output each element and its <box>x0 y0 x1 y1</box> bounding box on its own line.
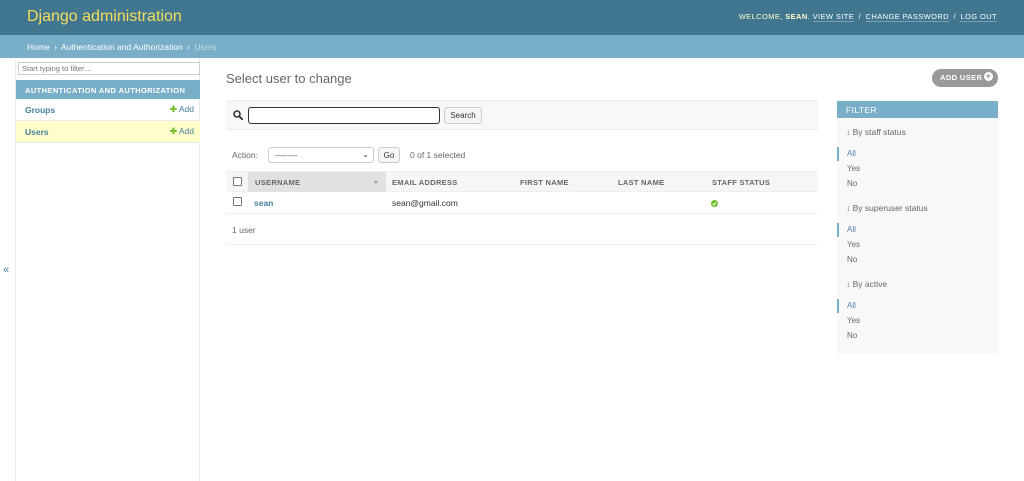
nav-filter-input[interactable] <box>18 62 200 75</box>
plus-icon: ✚ <box>169 126 177 136</box>
welcome-text: WELCOME, <box>738 12 783 21</box>
row-username-link[interactable]: sean <box>254 198 273 208</box>
search-toolbar: Search <box>226 100 818 130</box>
breadcrumb: Home › Authentication and Authorization … <box>0 35 1024 58</box>
filter-option-yes[interactable]: Yes <box>847 316 860 325</box>
plus-icon: ✚ <box>169 104 177 114</box>
changelist-filter: FILTER ↓ By staff status All Yes No ↓ By… <box>837 101 998 354</box>
toggle-nav-sidebar-button[interactable]: « <box>3 264 9 276</box>
filter-option-yes[interactable]: Yes <box>847 164 860 173</box>
filter-option-yes[interactable]: Yes <box>847 240 860 249</box>
separator: / <box>953 12 956 21</box>
breadcrumb-arrow: › <box>187 42 190 52</box>
selected-count: 0 of 1 selected <box>410 150 466 160</box>
select-all-checkbox[interactable] <box>233 177 242 186</box>
selected-indicator <box>837 147 839 161</box>
column-header-username[interactable]: USERNAME <box>255 178 300 187</box>
selected-indicator <box>837 223 839 237</box>
go-button[interactable]: Go <box>378 147 400 163</box>
separator: / <box>858 12 862 21</box>
column-header-last-name[interactable]: LAST NAME <box>618 178 664 187</box>
sort-ascending-icon[interactable]: ▲ <box>373 179 379 185</box>
add-group-label: Add <box>178 104 194 114</box>
action-select-value: --------- <box>275 151 298 160</box>
paginator: 1 user <box>226 219 818 245</box>
add-user-label: Add <box>178 126 194 136</box>
filter-group-title: ↓ By staff status <box>846 127 906 137</box>
row-checkbox[interactable] <box>233 197 242 206</box>
plus-circle-icon: + <box>984 71 993 81</box>
search-icon <box>233 110 243 120</box>
actions-bar: Action: --------- ⌄ Go 0 of 1 selected <box>226 141 818 169</box>
action-select[interactable]: --------- ⌄ <box>268 147 374 163</box>
app-caption-auth[interactable]: AUTHENTICATION AND AUTHORIZATION <box>16 80 200 99</box>
filter-title: FILTER <box>837 101 998 118</box>
add-group-link[interactable]: ✚ Add <box>170 104 194 115</box>
chevron-down-icon: ⌄ <box>362 150 369 159</box>
table-header: USERNAME ▲ EMAIL ADDRESS FIRST NAME LAST… <box>226 171 818 192</box>
column-header-first-name[interactable]: FIRST NAME <box>520 178 569 187</box>
filter-option-no[interactable]: No <box>847 179 857 188</box>
action-label: Action: <box>232 150 258 160</box>
filter-group-title: ↓ By superuser status <box>846 203 928 213</box>
staff-status-yes-icon <box>711 200 718 207</box>
header-bar: Django administration WELCOME, SEAN. VIE… <box>0 0 1024 35</box>
breadcrumb-app[interactable]: Authentication and Authorization <box>61 42 183 52</box>
user-tools: WELCOME, SEAN. VIEW SITE / CHANGE PASSWO… <box>738 12 997 22</box>
selected-indicator <box>837 299 839 313</box>
filter-group-title: ↓ By active <box>846 279 888 289</box>
filter-option-all[interactable]: All <box>847 149 856 158</box>
column-header-staff-status[interactable]: STAFF STATUS <box>712 178 770 187</box>
search-input[interactable] <box>248 107 440 124</box>
add-user-link[interactable]: ✚ Add <box>170 126 194 137</box>
sidebar-item-users-link[interactable]: Users <box>25 127 49 137</box>
column-header-email[interactable]: EMAIL ADDRESS <box>392 178 458 187</box>
sidebar-item-groups: Groups ✚ Add <box>16 99 200 121</box>
filter-option-no[interactable]: No <box>847 331 857 340</box>
nav-sidebar: AUTHENTICATION AND AUTHORIZATION Groups … <box>15 58 200 481</box>
view-site-link[interactable]: VIEW SITE <box>812 12 855 22</box>
filter-option-no[interactable]: No <box>847 255 857 264</box>
breadcrumb-current: Users <box>194 42 217 52</box>
change-password-link[interactable]: CHANGE PASSWORD <box>865 12 949 22</box>
search-button[interactable]: Search <box>444 107 482 124</box>
site-title[interactable]: Django administration <box>27 8 182 26</box>
username-label: SEAN <box>785 12 808 21</box>
add-user-button-label: ADD USER <box>940 73 983 82</box>
log-out-link[interactable]: LOG OUT <box>960 12 997 22</box>
page-title: Select user to change <box>226 71 352 86</box>
add-user-button[interactable]: ADD USER + <box>932 69 998 87</box>
filter-option-all[interactable]: All <box>847 301 856 310</box>
sidebar-item-groups-link[interactable]: Groups <box>25 105 55 115</box>
sidebar-item-users: Users ✚ Add <box>16 121 200 143</box>
table-row: sean sean@gmail.com <box>226 192 818 214</box>
breadcrumb-home[interactable]: Home <box>27 42 50 52</box>
filter-option-all[interactable]: All <box>847 225 856 234</box>
row-email: sean@gmail.com <box>392 198 458 208</box>
breadcrumb-arrow: › <box>54 42 57 52</box>
